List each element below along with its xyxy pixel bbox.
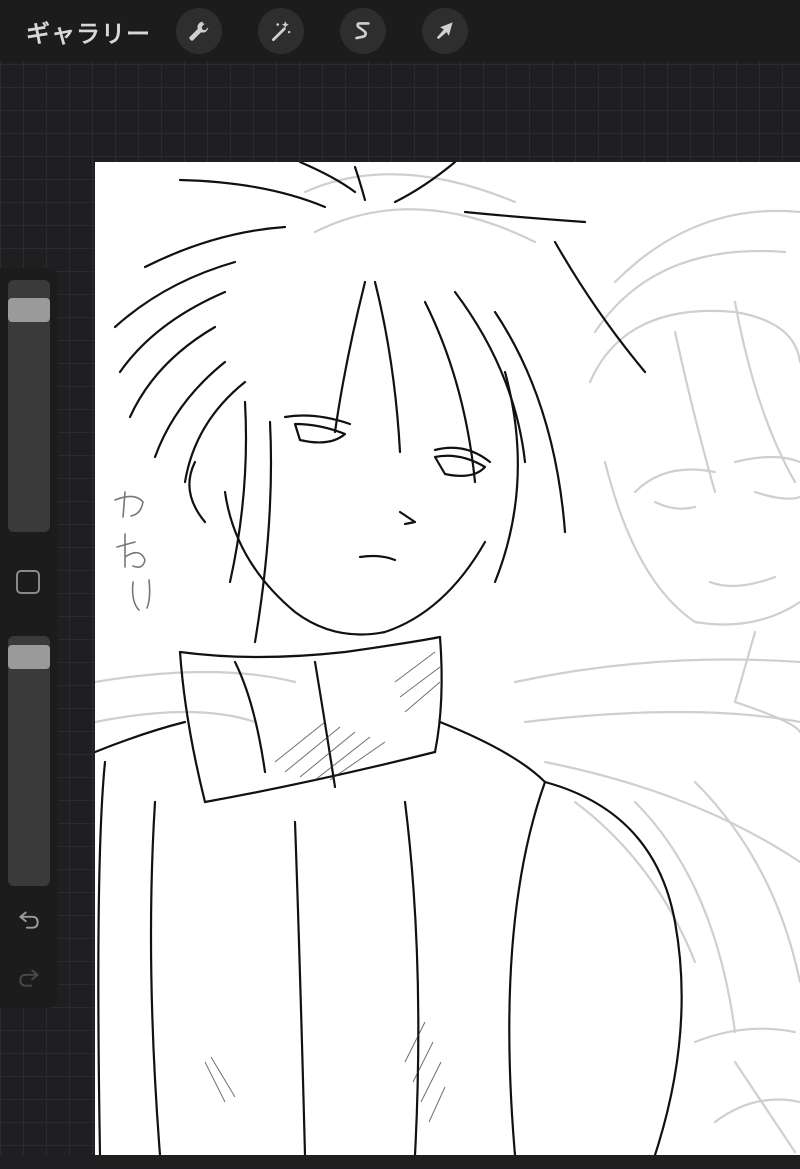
redo-button[interactable] [14, 962, 44, 992]
magic-wand-icon [272, 21, 291, 42]
gallery-button[interactable]: ギャラリー [26, 14, 158, 49]
redo-arrow-icon [19, 969, 39, 987]
adjustments-button[interactable] [258, 8, 304, 54]
brush-opacity-slider[interactable] [8, 636, 50, 886]
brush-sidebar [0, 268, 58, 1008]
arrow-cursor-icon [436, 22, 453, 40]
selection-button[interactable] [340, 8, 386, 54]
wrench-icon [189, 21, 209, 41]
actions-button[interactable] [176, 8, 222, 54]
undo-button[interactable] [14, 904, 44, 934]
brush-size-thumb[interactable] [8, 298, 50, 322]
top-toolbar: ギャラリー [0, 0, 800, 62]
transform-button[interactable] [422, 8, 468, 54]
undo-arrow-icon [19, 911, 39, 929]
procreate-app: ギャラリー [0, 0, 800, 1169]
sketch-artwork [95, 162, 800, 1155]
selection-s-icon [355, 22, 370, 40]
brush-opacity-thumb[interactable] [8, 645, 50, 669]
brush-size-slider[interactable] [8, 280, 50, 532]
bottom-grid-strip [0, 1155, 800, 1169]
drawing-canvas[interactable] [95, 162, 800, 1155]
modify-square-button[interactable] [16, 570, 40, 594]
